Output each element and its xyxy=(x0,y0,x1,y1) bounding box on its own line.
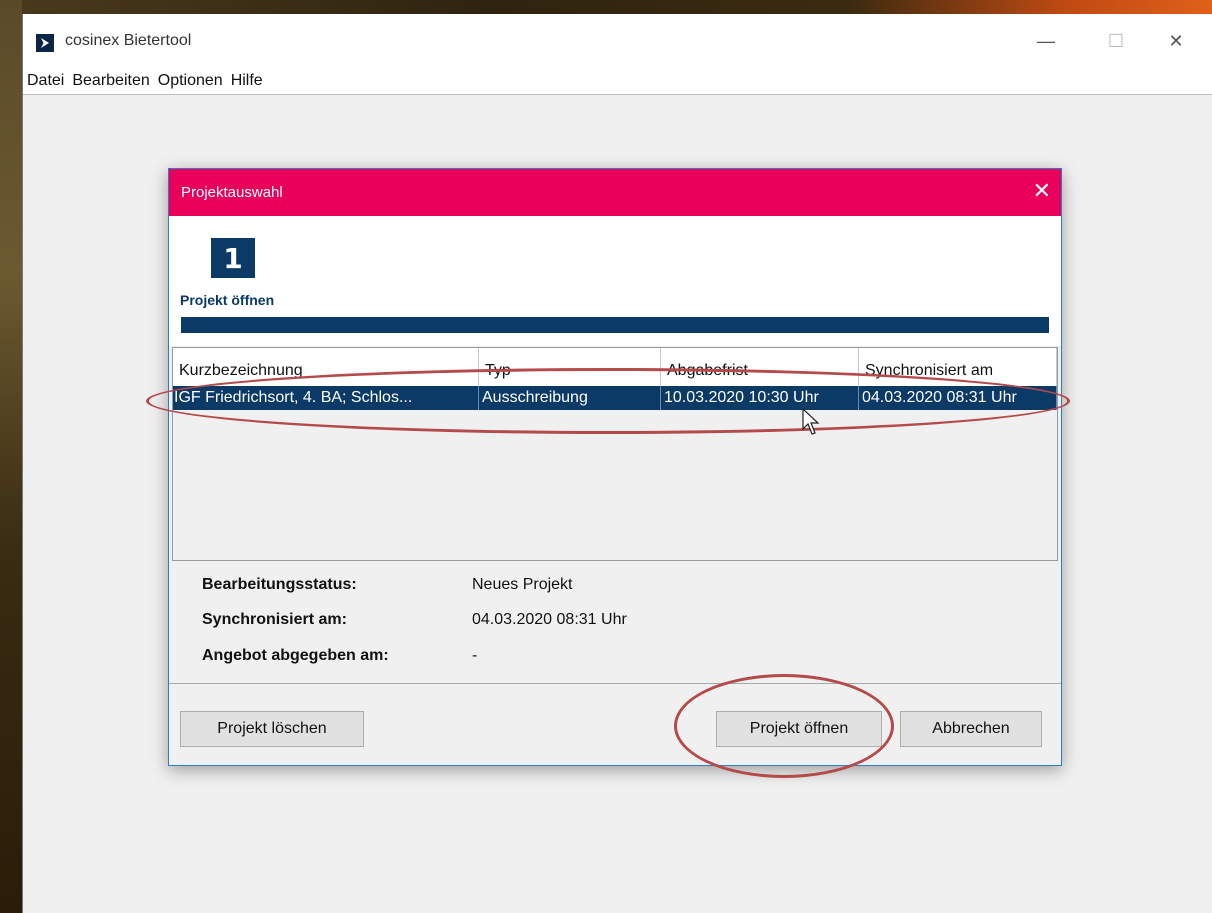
dialog-close-icon[interactable]: ✕ xyxy=(1033,178,1051,204)
menu-hilfe[interactable]: Hilfe xyxy=(228,72,266,90)
close-window-button[interactable]: ✕ xyxy=(1153,26,1199,56)
detail-value-status: Neues Projekt xyxy=(472,576,573,593)
detail-value-submitted: - xyxy=(472,647,478,664)
project-table: Kurzbezeichnung Typ Abgabefrist Synchron… xyxy=(172,347,1058,561)
column-header-abgabefrist[interactable]: Abgabefrist xyxy=(661,348,859,386)
column-header-typ[interactable]: Typ xyxy=(479,348,661,386)
minimize-button[interactable]: — xyxy=(1023,26,1069,56)
menu-optionen[interactable]: Optionen xyxy=(155,72,226,90)
table-header: Kurzbezeichnung Typ Abgabefrist Synchron… xyxy=(173,348,1057,386)
dialog-title: Projektauswahl xyxy=(181,184,283,201)
step-number-badge: 1 xyxy=(211,238,255,278)
step-label: Projekt öffnen xyxy=(180,292,275,308)
cell-kurzbezeichnung: IGF Friedrichsort, 4. BA; Schlos... xyxy=(173,386,479,410)
column-header-synchronisiert[interactable]: Synchronisiert am xyxy=(859,348,1057,386)
cell-synchronisiert: 04.03.2020 08:31 Uhr xyxy=(859,386,1057,410)
window-title: cosinex Bietertool xyxy=(65,32,192,49)
dialog-titlebar[interactable]: Projektauswahl ✕ xyxy=(169,169,1061,216)
mouse-cursor-icon xyxy=(802,408,820,435)
desktop-edge xyxy=(0,0,22,913)
menu-datei[interactable]: Datei xyxy=(24,72,67,90)
cell-typ: Ausschreibung xyxy=(479,386,661,410)
detail-label-synced: Synchronisiert am: xyxy=(202,611,347,628)
cell-abgabefrist: 10.03.2020 10:30 Uhr xyxy=(661,386,859,410)
detail-label-submitted: Angebot abgegeben am: xyxy=(202,647,389,664)
menu-bar: Datei Bearbeiten Optionen Hilfe xyxy=(23,68,1212,95)
cancel-button[interactable]: Abbrechen xyxy=(900,711,1042,747)
app-logo-icon xyxy=(36,34,54,52)
wizard-progress-bar xyxy=(181,317,1049,333)
detail-label-status: Bearbeitungsstatus: xyxy=(202,576,357,593)
wizard-header: 1 Projekt öffnen xyxy=(169,216,1061,346)
footer-separator xyxy=(169,683,1061,684)
window-titlebar[interactable]: cosinex Bietertool — ☐ ✕ xyxy=(23,14,1212,68)
column-header-kurzbezeichnung[interactable]: Kurzbezeichnung xyxy=(173,348,479,386)
open-project-button[interactable]: Projekt öffnen xyxy=(716,711,882,747)
detail-value-synced: 04.03.2020 08:31 Uhr xyxy=(472,611,627,628)
table-row[interactable]: IGF Friedrichsort, 4. BA; Schlos... Auss… xyxy=(173,386,1057,410)
menu-bearbeiten[interactable]: Bearbeiten xyxy=(69,72,152,90)
maximize-button[interactable]: ☐ xyxy=(1093,26,1139,56)
project-selection-dialog: Projektauswahl ✕ 1 Projekt öffnen Kurzbe… xyxy=(168,168,1062,766)
delete-project-button[interactable]: Projekt löschen xyxy=(180,711,364,747)
